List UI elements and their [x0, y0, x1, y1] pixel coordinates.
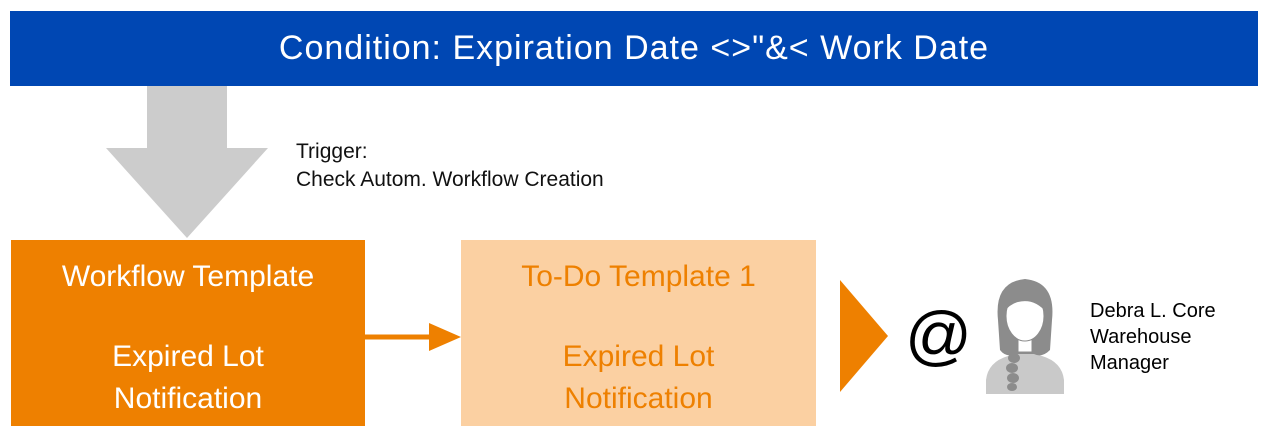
recipient-name: Debra L. Core	[1090, 300, 1216, 322]
workflow-template-box: Workflow Template Expired Lot Notificati…	[11, 240, 365, 426]
workflow-template-line1: Expired Lot	[112, 340, 264, 373]
condition-banner: Condition: Expiration Date <>"&< Work Da…	[10, 11, 1258, 86]
email-at-symbol: @	[905, 298, 972, 372]
todo-template-line2: Notification	[564, 382, 713, 415]
trigger-action: Check Autom. Workflow Creation	[296, 168, 604, 191]
workflow-template-title: Workflow Template	[61, 260, 315, 293]
recipient-info: Debra L. Core Warehouse Manager	[1090, 298, 1216, 376]
down-arrow-icon	[106, 86, 268, 238]
trigger-label: Trigger:	[296, 140, 368, 163]
todo-template-line1: Expired Lot	[562, 340, 715, 373]
todo-template-title: To-Do Template 1	[521, 260, 756, 293]
workflow-template-body: Expired Lot Notification	[112, 336, 264, 420]
person-avatar-icon	[986, 279, 1064, 394]
recipient-role-line2: Manager	[1090, 352, 1169, 374]
chevron-right-icon	[840, 280, 888, 392]
todo-template-box: To-Do Template 1 Expired Lot Notificatio…	[461, 240, 816, 426]
trigger-annotation: Trigger: Check Autom. Workflow Creation	[296, 138, 604, 194]
workflow-template-line2: Notification	[113, 382, 263, 415]
condition-text: Condition: Expiration Date <>"&< Work Da…	[278, 29, 990, 67]
todo-template-body: Expired Lot Notification	[563, 336, 715, 420]
connector-arrow-icon	[365, 323, 461, 351]
recipient-role-line1: Warehouse	[1090, 326, 1192, 348]
